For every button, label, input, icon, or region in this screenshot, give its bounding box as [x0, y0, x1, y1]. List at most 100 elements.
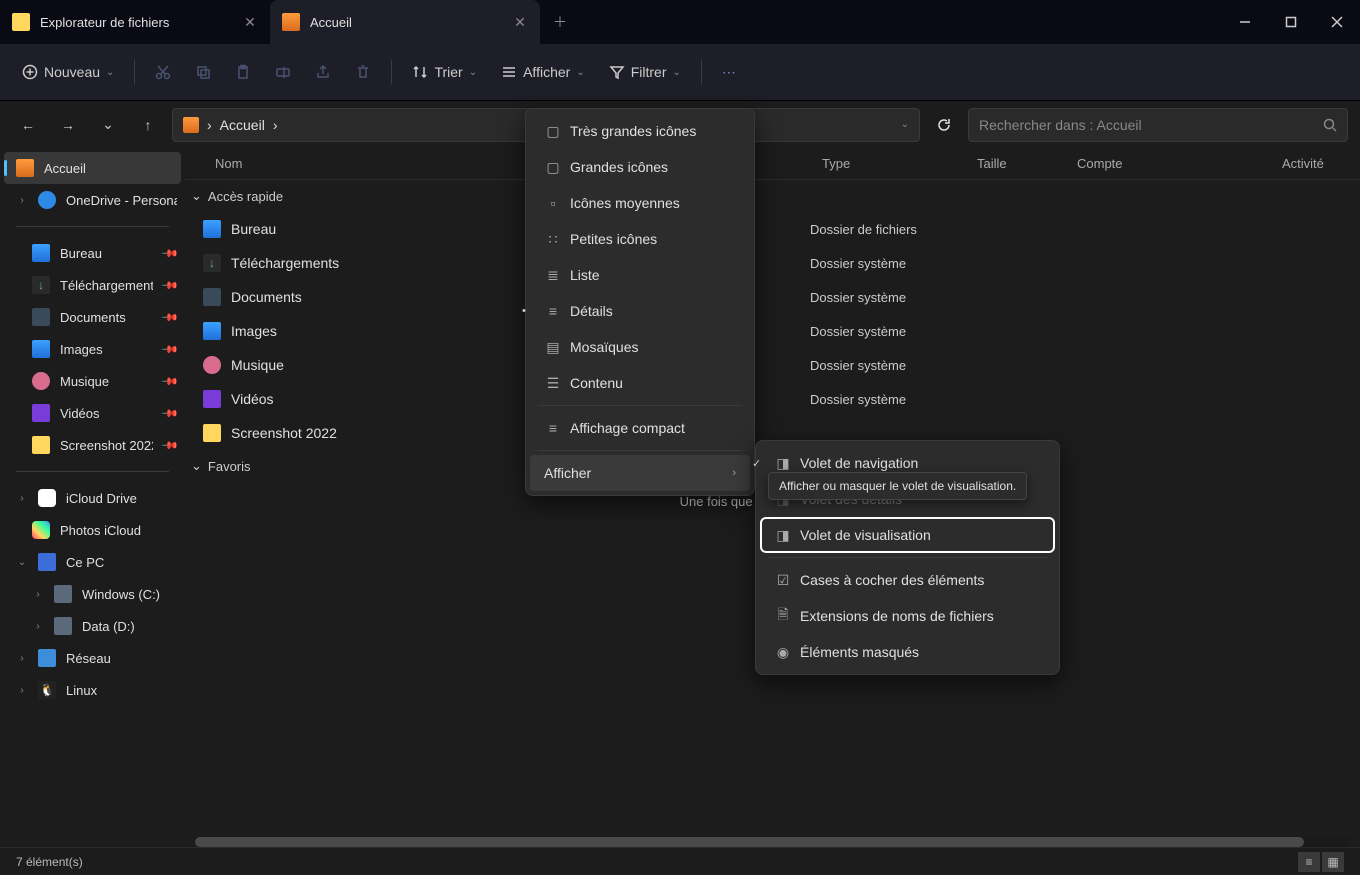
menu-item-checkboxes[interactable]: ☑ Cases à cocher des éléments	[760, 562, 1055, 598]
search-placeholder: Rechercher dans : Accueil	[979, 117, 1323, 133]
more-button[interactable]: ⋯	[712, 54, 746, 90]
table-row[interactable]: VidéosDossier système	[185, 382, 1360, 416]
table-row[interactable]: ImagesDossier système	[185, 314, 1360, 348]
sidebar-item-téléchargements[interactable]: ↓Téléchargements📌	[0, 269, 185, 301]
sidebar-item-vidéos[interactable]: Vidéos📌	[0, 397, 185, 429]
tooltip: Afficher ou masquer le volet de visualis…	[768, 472, 1027, 500]
new-button[interactable]: Nouveau ⌄	[12, 54, 124, 90]
menu-item-show[interactable]: Afficher ›	[530, 455, 750, 491]
separator	[16, 471, 169, 472]
details-view-toggle[interactable]: ≡	[1298, 852, 1320, 872]
chevron-down-icon: ⌄	[576, 67, 584, 78]
search-input[interactable]: Rechercher dans : Accueil	[968, 108, 1348, 142]
drive-icon	[54, 585, 72, 603]
chevron-right-icon[interactable]: ›	[32, 621, 44, 632]
pic-icon	[203, 322, 221, 340]
menu-item-preview-pane[interactable]: ◨ Volet de visualisation	[760, 517, 1055, 553]
sidebar-item-screenshot 2022[interactable]: Screenshot 2022📌	[0, 429, 185, 461]
share-button[interactable]	[305, 54, 341, 90]
tab-home[interactable]: Accueil ✕	[270, 0, 540, 44]
new-tab-button[interactable]: ＋	[540, 12, 580, 32]
filter-button[interactable]: Filtrer ⌄	[599, 54, 691, 90]
sort-button[interactable]: Trier ⌄	[402, 54, 487, 90]
pin-icon: 📌	[161, 244, 180, 263]
sidebar-item-documents[interactable]: Documents📌	[0, 301, 185, 333]
table-row[interactable]: MusiqueDossier système	[185, 348, 1360, 382]
menu-item-view-3[interactable]: ∷Petites icônes	[530, 221, 750, 257]
column-account[interactable]: Compte	[1065, 156, 1270, 171]
close-button[interactable]	[1314, 0, 1360, 44]
table-row[interactable]: DocumentsDossier système	[185, 280, 1360, 314]
filter-label: Filtrer	[631, 64, 667, 80]
recent-button[interactable]: ⌄	[92, 109, 124, 141]
layout-icon: ≡	[544, 303, 562, 319]
table-row[interactable]: BureauDossier de fichiers	[185, 212, 1360, 246]
chevron-right-icon[interactable]: ›	[16, 195, 28, 206]
sidebar-item-linux[interactable]: › 🐧 Linux	[0, 674, 185, 706]
menu-item-view-4[interactable]: ≣Liste	[530, 257, 750, 293]
sidebar-item-photos-icloud[interactable]: Photos iCloud	[0, 514, 185, 546]
sidebar-item-images[interactable]: Images📌	[0, 333, 185, 365]
chevron-right-icon[interactable]: ›	[16, 685, 28, 696]
column-size[interactable]: Taille	[965, 156, 1065, 171]
chevron-down-icon[interactable]: ⌄	[901, 119, 909, 130]
tab-explorer[interactable]: Explorateur de fichiers ✕	[0, 0, 270, 44]
menu-item-view-2[interactable]: ▫Icônes moyennes	[530, 185, 750, 221]
horizontal-scrollbar[interactable]	[195, 837, 1350, 847]
pin-icon: 📌	[161, 340, 180, 359]
pin-icon: 📌	[161, 404, 180, 423]
chevron-right-icon[interactable]: ›	[32, 589, 44, 600]
pane-icon: ◨	[774, 527, 792, 544]
chevron-right-icon[interactable]: ›	[16, 653, 28, 664]
menu-item-compact[interactable]: ≡ Affichage compact	[530, 410, 750, 446]
delete-button[interactable]	[345, 54, 381, 90]
rename-button[interactable]	[265, 54, 301, 90]
copy-button[interactable]	[185, 54, 221, 90]
sidebar-item-drive-d[interactable]: › Data (D:)	[0, 610, 185, 642]
menu-item-hidden[interactable]: ◉ Éléments masqués	[760, 634, 1055, 670]
checkbox-icon: ☑	[774, 572, 792, 589]
sidebar-item-bureau[interactable]: Bureau📌	[0, 237, 185, 269]
desktop-icon	[32, 244, 50, 262]
chevron-down-icon[interactable]: ⌄	[16, 557, 28, 568]
toolbar: Nouveau ⌄ Trier ⌄ Afficher ⌄ Filtrer ⌄ ⋯	[0, 44, 1360, 100]
sidebar-item-drive-c[interactable]: › Windows (C:)	[0, 578, 185, 610]
pic-icon	[32, 340, 50, 358]
sidebar-item-onedrive[interactable]: › OneDrive - Persona	[0, 184, 185, 216]
minimize-button[interactable]	[1222, 0, 1268, 44]
close-tab-icon[interactable]: ✕	[512, 14, 528, 30]
close-tab-icon[interactable]: ✕	[242, 14, 258, 30]
up-button[interactable]: ↑	[132, 109, 164, 141]
chevron-right-icon[interactable]: ›	[16, 493, 28, 504]
group-quick-access[interactable]: ⌄ Accès rapide	[185, 180, 1360, 212]
menu-item-view-0[interactable]: ▢Très grandes icônes	[530, 113, 750, 149]
forward-button[interactable]: →	[52, 109, 84, 141]
breadcrumb-location[interactable]: Accueil	[220, 117, 265, 133]
sidebar-item-musique[interactable]: Musique📌	[0, 365, 185, 397]
layout-icon: ☰	[544, 375, 562, 392]
download-icon: ↓	[32, 276, 50, 294]
column-type[interactable]: Type	[810, 156, 965, 171]
column-activity[interactable]: Activité	[1270, 156, 1360, 171]
layout-icon: ▢	[544, 123, 562, 140]
back-button[interactable]: ←	[12, 109, 44, 141]
refresh-button[interactable]	[928, 109, 960, 141]
paste-button[interactable]	[225, 54, 261, 90]
menu-item-extensions[interactable]: 🗎 Extensions de noms de fichiers	[760, 598, 1055, 634]
folder-icon	[32, 436, 50, 454]
sidebar-item-icloud[interactable]: › iCloud Drive	[0, 482, 185, 514]
thumbnails-view-toggle[interactable]: ▦	[1322, 852, 1344, 872]
sidebar-item-network[interactable]: › Réseau	[0, 642, 185, 674]
menu-item-view-1[interactable]: ▢Grandes icônes	[530, 149, 750, 185]
view-button[interactable]: Afficher ⌄	[491, 54, 595, 90]
sidebar-item-home[interactable]: Accueil	[4, 152, 181, 184]
menu-item-view-5[interactable]: •≡Détails	[530, 293, 750, 329]
menu-item-view-6[interactable]: ▤Mosaïques	[530, 329, 750, 365]
maximize-button[interactable]	[1268, 0, 1314, 44]
sidebar-item-pc[interactable]: ⌄ Ce PC	[0, 546, 185, 578]
folder-icon	[203, 424, 221, 442]
cut-button[interactable]	[145, 54, 181, 90]
doc-icon	[203, 288, 221, 306]
table-row[interactable]: ↓TéléchargementsDossier système	[185, 246, 1360, 280]
menu-item-view-7[interactable]: ☰Contenu	[530, 365, 750, 401]
